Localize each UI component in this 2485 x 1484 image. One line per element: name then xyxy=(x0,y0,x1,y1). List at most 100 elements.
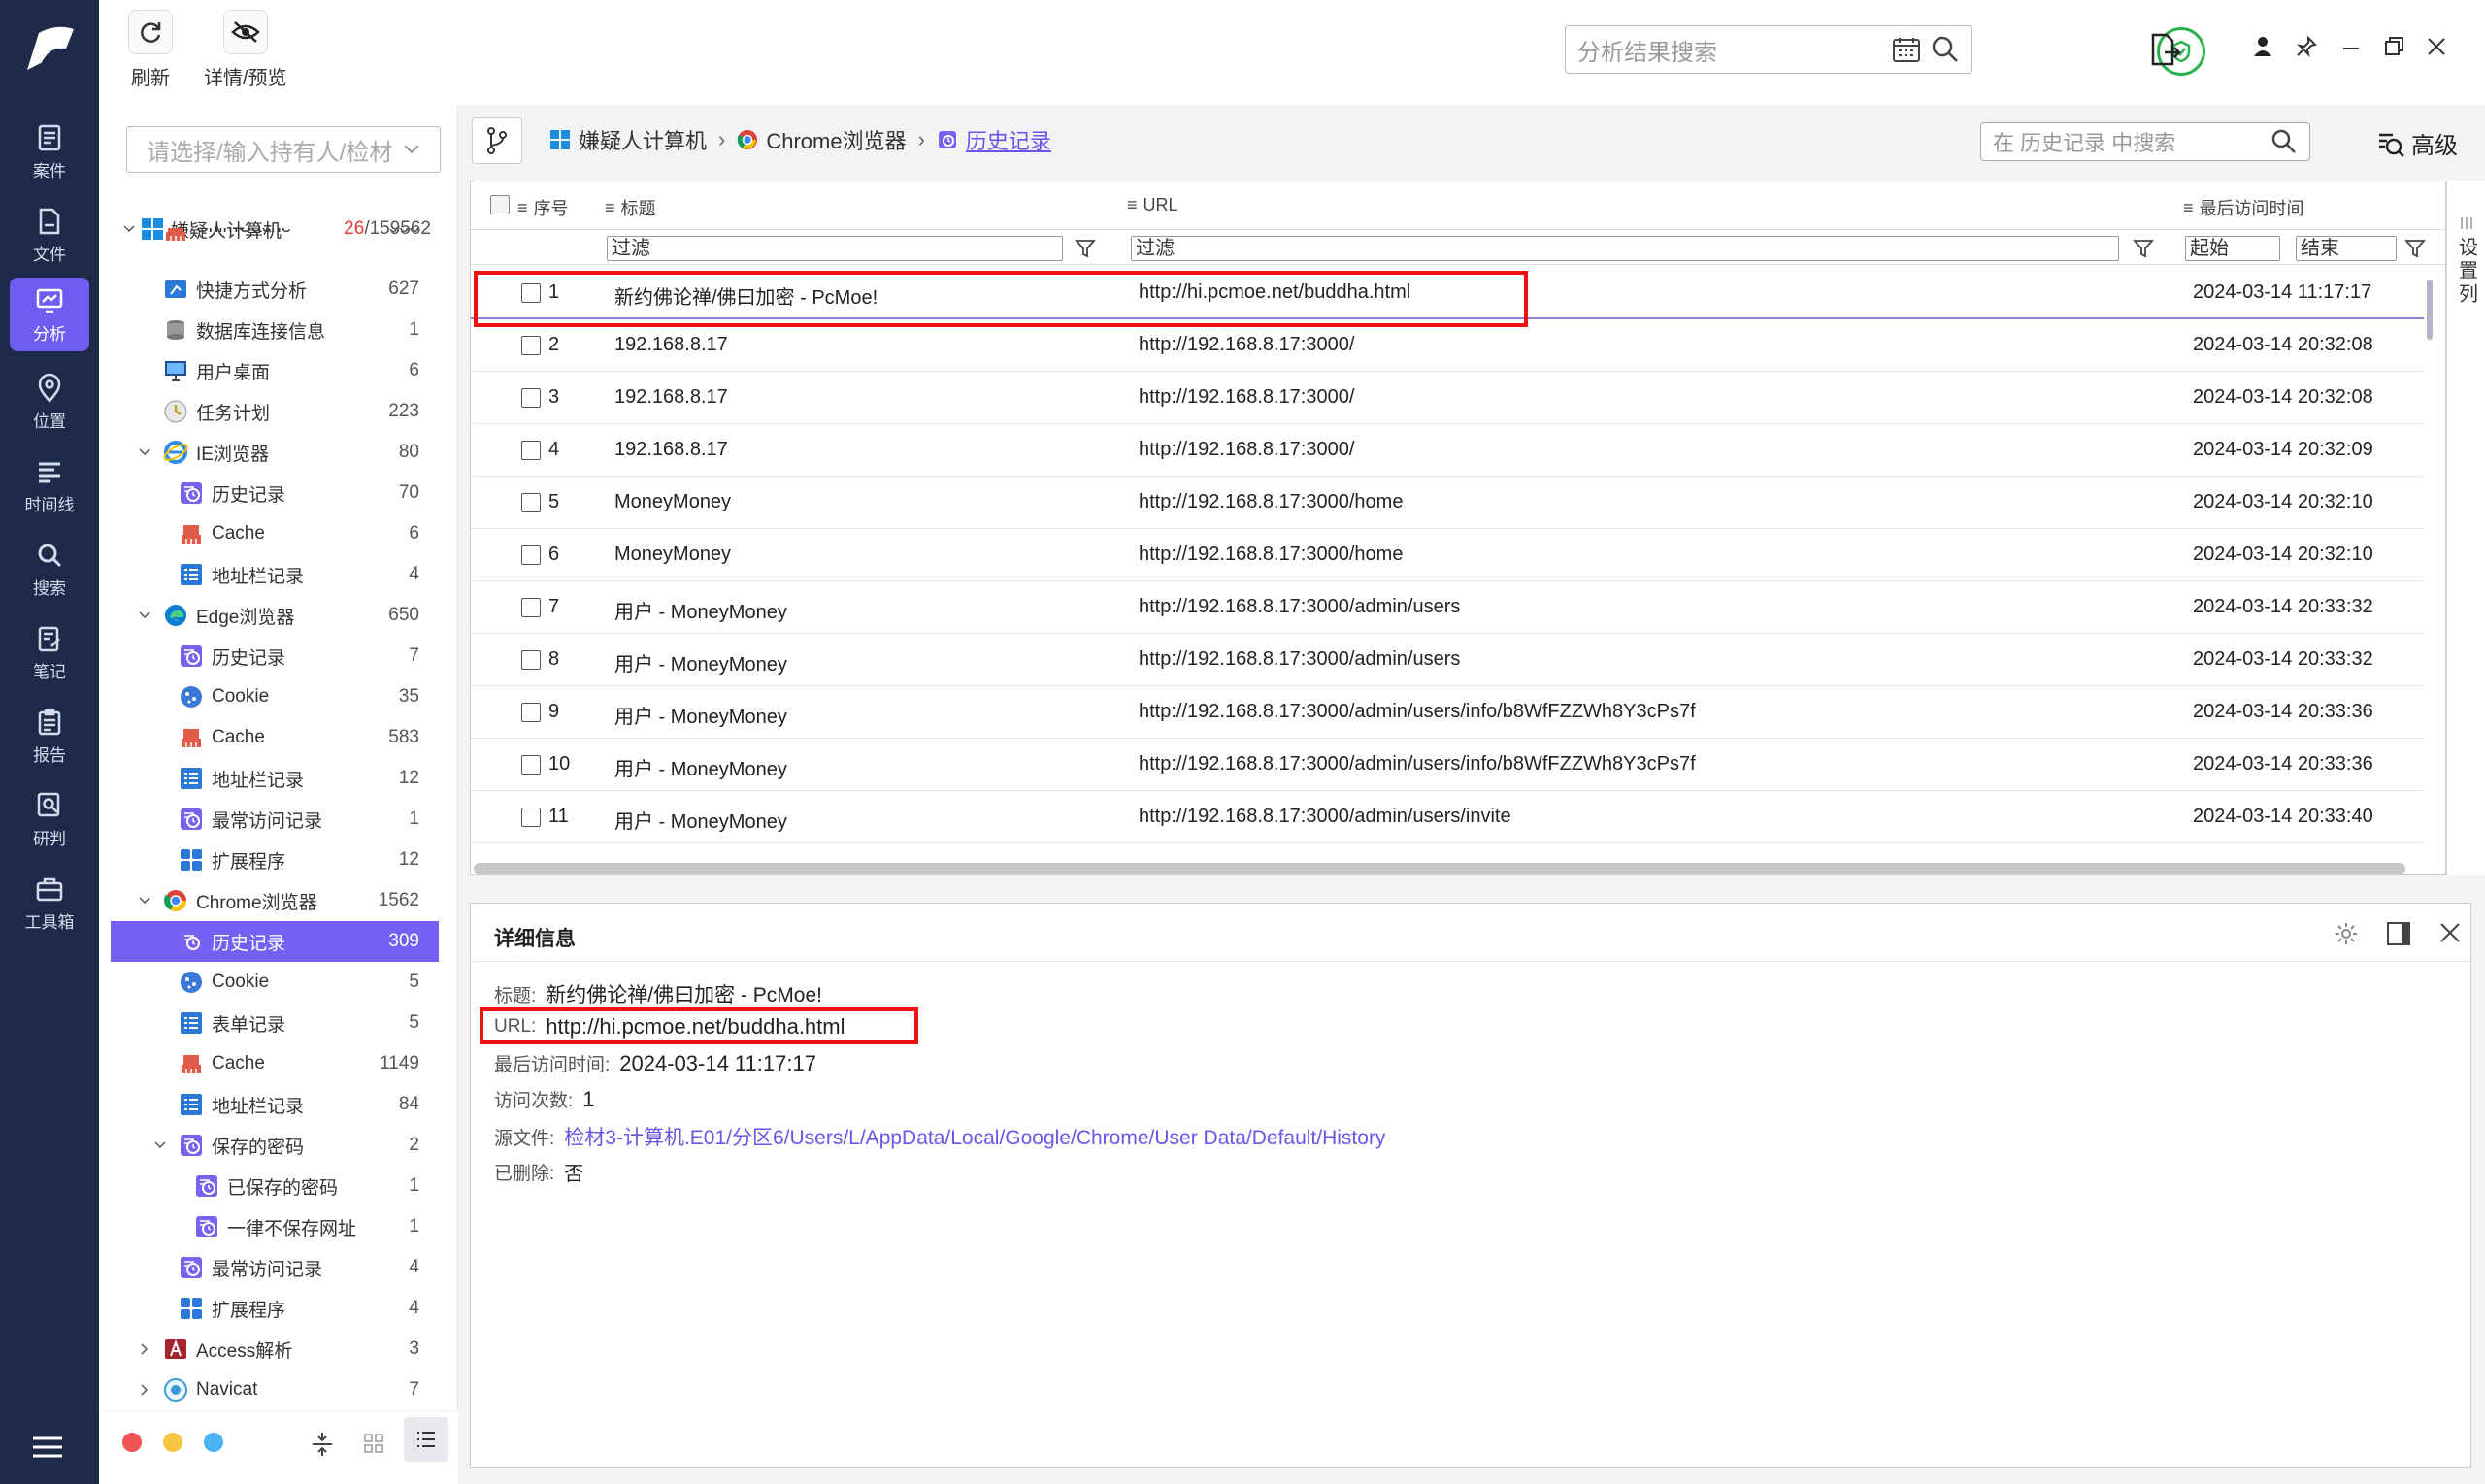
table-row[interactable]: 9 用户 - MoneyMoney http://192.168.8.17:3000… xyxy=(471,686,2424,739)
source-file-link[interactable]: 检材3-计算机.E01/分区6/Users/L/AppData/Local/Go… xyxy=(564,1122,1385,1151)
nav-timeline[interactable]: 时间线 xyxy=(10,448,89,522)
chevron-right-icon[interactable] xyxy=(138,1342,151,1356)
search-icon[interactable] xyxy=(1931,35,1960,64)
menu-icon[interactable] xyxy=(31,1435,64,1460)
row-checkbox[interactable] xyxy=(521,703,541,722)
nav-analysis[interactable]: 分析 xyxy=(10,278,89,351)
breadcrumb-history[interactable]: 历史记录 xyxy=(966,124,1051,155)
nav-report[interactable]: 报告 xyxy=(10,699,89,773)
minimize-icon[interactable] xyxy=(2339,35,2363,58)
user-icon[interactable] xyxy=(2252,35,2273,58)
nav-notes[interactable]: 笔记 xyxy=(10,615,89,689)
history-search-input[interactable]: 在 历史记录 中搜索 xyxy=(1980,122,2310,161)
panel-toggle-icon[interactable] xyxy=(2385,920,2412,947)
tree-item[interactable]: Cache 6 xyxy=(111,513,439,554)
tree-item[interactable]: 地址栏记录 4 xyxy=(111,554,439,595)
tree-item[interactable]: 一律不保存网址 1 xyxy=(111,1206,439,1247)
yellow-dot[interactable] xyxy=(163,1433,182,1452)
row-checkbox[interactable] xyxy=(521,441,541,460)
tree-item[interactable]: Cache 1149 xyxy=(111,1043,439,1084)
breadcrumb-chrome[interactable]: Chrome浏览器 xyxy=(766,124,906,155)
blue-dot[interactable] xyxy=(204,1433,223,1452)
tree-item[interactable]: 历史记录 7 xyxy=(111,636,439,676)
vertical-scrollbar[interactable] xyxy=(2427,280,2433,340)
tree-item[interactable]: 已保存的密码 1 xyxy=(111,1166,439,1206)
tree-item[interactable]: Access解析 3 xyxy=(111,1329,439,1369)
row-checkbox[interactable] xyxy=(521,493,541,512)
table-row[interactable]: 4 192.168.8.17 http://192.168.8.17:3000/20… xyxy=(471,424,2424,477)
red-dot[interactable] xyxy=(122,1433,142,1452)
tree-item[interactable]: 扩展程序 4 xyxy=(111,1288,439,1329)
table-row[interactable]: 3 192.168.8.17 http://192.168.8.17:3000/20… xyxy=(471,372,2424,424)
horizontal-scrollbar[interactable] xyxy=(474,863,2405,874)
tree-item[interactable]: 数据库连接信息 1 xyxy=(111,310,439,350)
row-checkbox[interactable] xyxy=(521,650,541,670)
tree-item[interactable]: 扩展程序 12 xyxy=(111,840,439,880)
tree-item[interactable]: 用户桌面 6 xyxy=(111,350,439,391)
header-url[interactable]: ≡ URL xyxy=(1127,195,1178,215)
filter-icon[interactable] xyxy=(1075,238,1096,259)
chevron-down-icon[interactable] xyxy=(138,894,151,907)
start-date-filter[interactable]: 起始 xyxy=(2185,236,2280,261)
detail-preview-button[interactable]: 详情/预览 xyxy=(204,10,287,90)
row-checkbox[interactable] xyxy=(521,598,541,617)
owner-select[interactable]: 请选择/输入持有人/检材 xyxy=(126,126,441,173)
advanced-search-button[interactable]: 高级 xyxy=(2376,126,2458,160)
table-row[interactable]: 2 192.168.8.17 http://192.168.8.17:3000/20… xyxy=(471,319,2424,372)
collapse-icon[interactable] xyxy=(311,1431,334,1458)
row-checkbox[interactable] xyxy=(521,545,541,565)
tree-item[interactable]: Cache 583 xyxy=(111,717,439,758)
tree-item[interactable]: 地址栏记录 84 xyxy=(111,1084,439,1125)
tree-item[interactable]: Chrome浏览器 1562 xyxy=(111,880,439,921)
filter-icon[interactable] xyxy=(2404,238,2426,259)
chevron-down-icon[interactable] xyxy=(138,445,151,459)
chevron-down-icon[interactable] xyxy=(153,1138,167,1152)
search-icon[interactable] xyxy=(2270,128,2298,155)
nav-judge[interactable]: 研判 xyxy=(10,782,89,856)
tree-item[interactable]: Edge浏览器 650 xyxy=(111,595,439,636)
end-date-filter[interactable]: 结束 xyxy=(2296,236,2397,261)
tree-item[interactable]: 地址栏记录 12 xyxy=(111,758,439,799)
calendar-icon[interactable] xyxy=(1892,36,1921,63)
header-time[interactable]: ≡ 最后访问时间 xyxy=(2183,195,2304,220)
close-icon[interactable] xyxy=(2437,920,2463,945)
tree-item[interactable]: 表单记录 5 xyxy=(111,1003,439,1043)
table-row[interactable]: 7 用户 - MoneyMoney http://192.168.8.17:3000… xyxy=(471,581,2424,634)
nav-toolbox[interactable]: 工具箱 xyxy=(10,866,89,940)
nav-case[interactable]: 案件 xyxy=(10,115,89,188)
table-row[interactable]: 8 用户 - MoneyMoney http://192.168.8.17:3000… xyxy=(471,634,2424,686)
tree-item[interactable]: 历史记录 70 xyxy=(111,473,439,513)
breadcrumb-computer[interactable]: 嫌疑人计算机 xyxy=(579,124,707,155)
header-title[interactable]: ≡ 标题 xyxy=(605,195,656,220)
nav-location[interactable]: 位置 xyxy=(10,365,89,439)
nav-search[interactable]: 搜索 xyxy=(10,532,89,606)
tree-item[interactable]: ShimCache 963 xyxy=(111,228,439,247)
chevron-down-icon[interactable] xyxy=(138,609,151,622)
tree-item[interactable]: Cookie 5 xyxy=(111,962,439,1003)
restore-icon[interactable] xyxy=(2382,35,2405,58)
branch-button[interactable] xyxy=(472,117,522,164)
tree-item[interactable]: 保存的密码 2 xyxy=(111,1125,439,1166)
chevron-right-icon[interactable] xyxy=(138,1383,151,1397)
settings-icon[interactable] xyxy=(2333,920,2360,947)
tree-item[interactable]: IE浏览器 80 xyxy=(111,432,439,473)
tree-item[interactable]: 快捷方式分析 627 xyxy=(111,269,439,310)
refresh-button[interactable]: 刷新 xyxy=(128,10,173,90)
filter-icon[interactable] xyxy=(2133,238,2154,259)
tree-item[interactable]: 最常访问记录 1 xyxy=(111,799,439,840)
analysis-search-input[interactable]: 分析结果搜索 xyxy=(1565,25,1972,74)
row-checkbox[interactable] xyxy=(521,336,541,355)
nav-file[interactable]: 文件 xyxy=(10,198,89,272)
url-filter-input[interactable]: 过滤 xyxy=(1131,236,2119,261)
list-view-button[interactable] xyxy=(404,1417,448,1462)
table-row[interactable]: 11 用户 - MoneyMoney http://192.168.8.17:300… xyxy=(471,791,2424,843)
table-row[interactable]: 6 MoneyMoney http://192.168.8.17:3000/home… xyxy=(471,529,2424,581)
pin-icon[interactable] xyxy=(2295,35,2318,58)
row-checkbox[interactable] xyxy=(521,388,541,408)
tree-item[interactable]: 最常访问记录 4 xyxy=(111,1247,439,1288)
set-columns-button[interactable]: 设置列 xyxy=(2446,181,2485,875)
row-checkbox[interactable] xyxy=(521,808,541,827)
header-no[interactable]: ≡ 序号 xyxy=(517,195,569,220)
row-checkbox[interactable] xyxy=(521,755,541,775)
table-row[interactable]: 5 MoneyMoney http://192.168.8.17:3000/home… xyxy=(471,477,2424,529)
